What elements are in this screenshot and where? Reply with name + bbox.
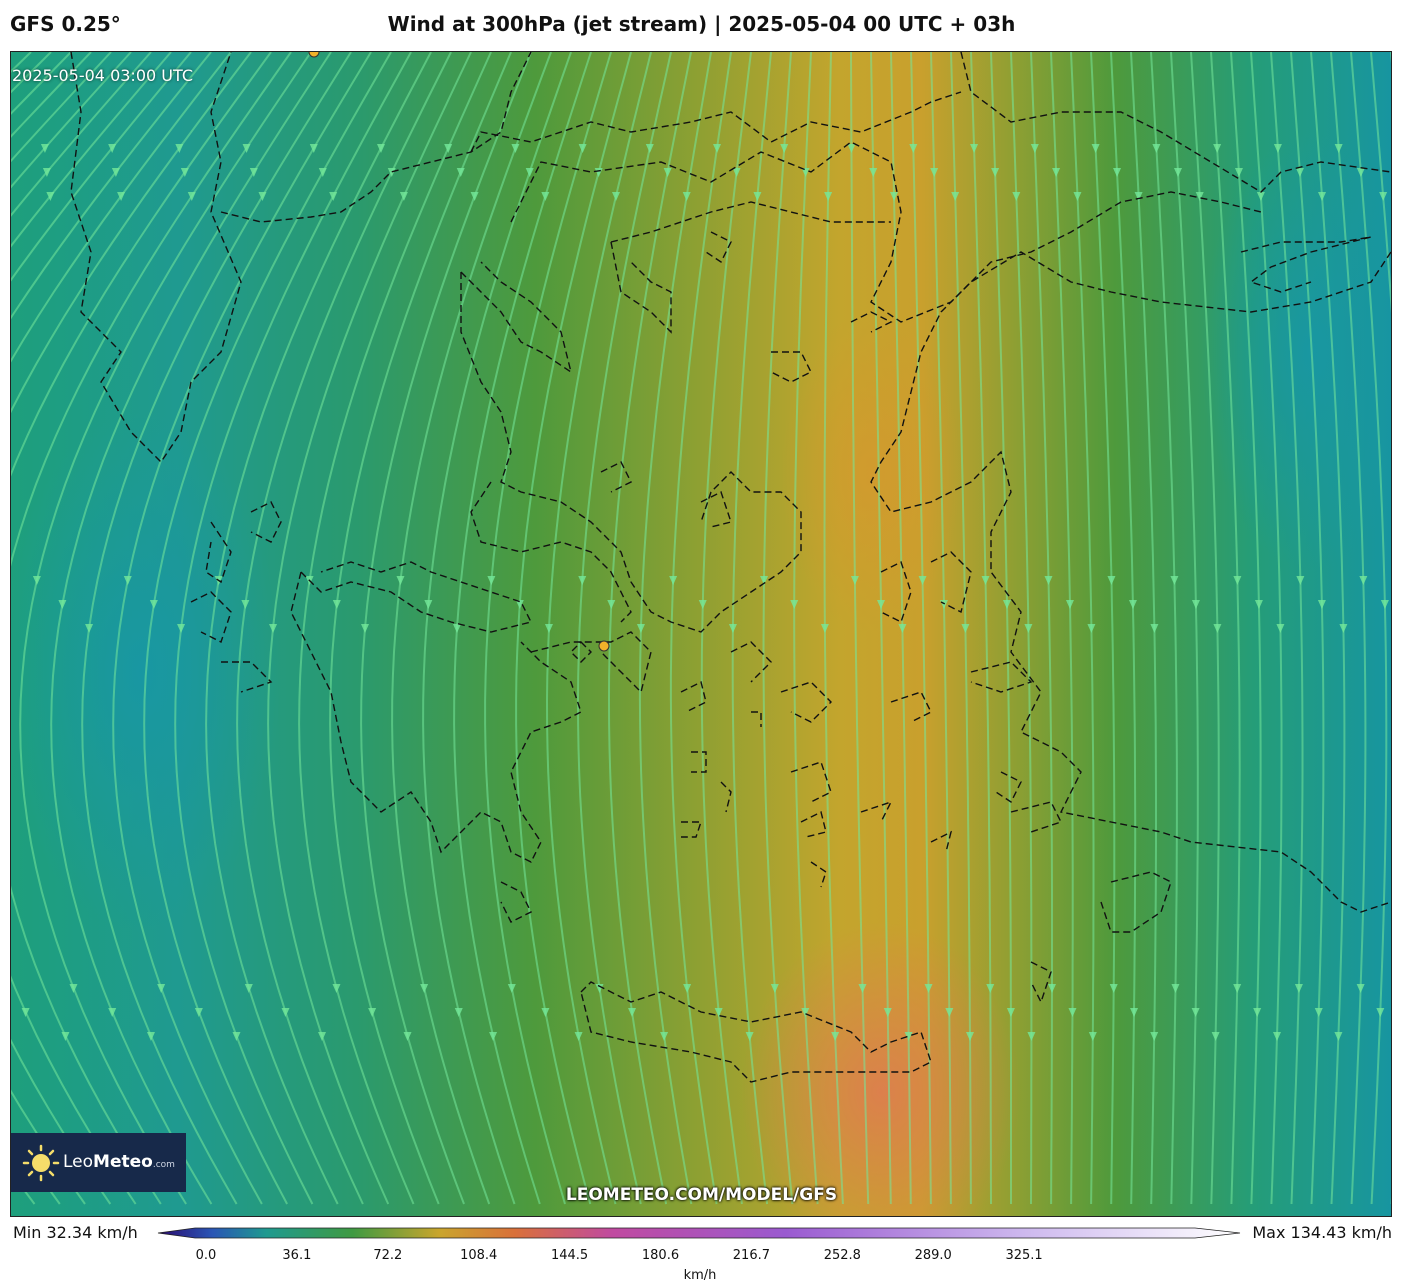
sun-icon <box>22 1144 60 1182</box>
city-marker <box>598 640 610 652</box>
colorbar-tick-label: 216.7 <box>732 1248 770 1263</box>
wind-map[interactable] <box>10 51 1392 1217</box>
valid-time-label: 2025-05-04 03:00 UTC <box>12 66 193 85</box>
colorbar-unit: km/h <box>683 1268 717 1283</box>
colorbar-tick-label: 144.5 <box>550 1248 589 1263</box>
colorbar-tick-label: 108.4 <box>460 1248 498 1263</box>
colorbar-tick-label: 72.2 <box>373 1248 403 1263</box>
colorbar-tick-label: 0.0 <box>195 1248 217 1263</box>
footer-url: LEOMETEO.COM/MODEL/GFS <box>565 1185 838 1205</box>
logo-text: LeoMeteo.com <box>63 1152 175 1172</box>
colorbar-tick-label: 180.6 <box>641 1248 680 1263</box>
leometeo-logo[interactable]: LeoMeteo.com <box>11 1133 186 1192</box>
chart-title: Wind at 300hPa (jet stream) | 2025-05-04… <box>387 12 1016 36</box>
colorbar-tick-label: 252.8 <box>823 1248 861 1263</box>
colorbar <box>157 1227 1241 1239</box>
colorbar-tick-label: 289.0 <box>914 1248 952 1263</box>
colorbar-tick-label: 325.1 <box>1005 1248 1043 1263</box>
colorbar-tick-label: 36.1 <box>282 1248 312 1263</box>
